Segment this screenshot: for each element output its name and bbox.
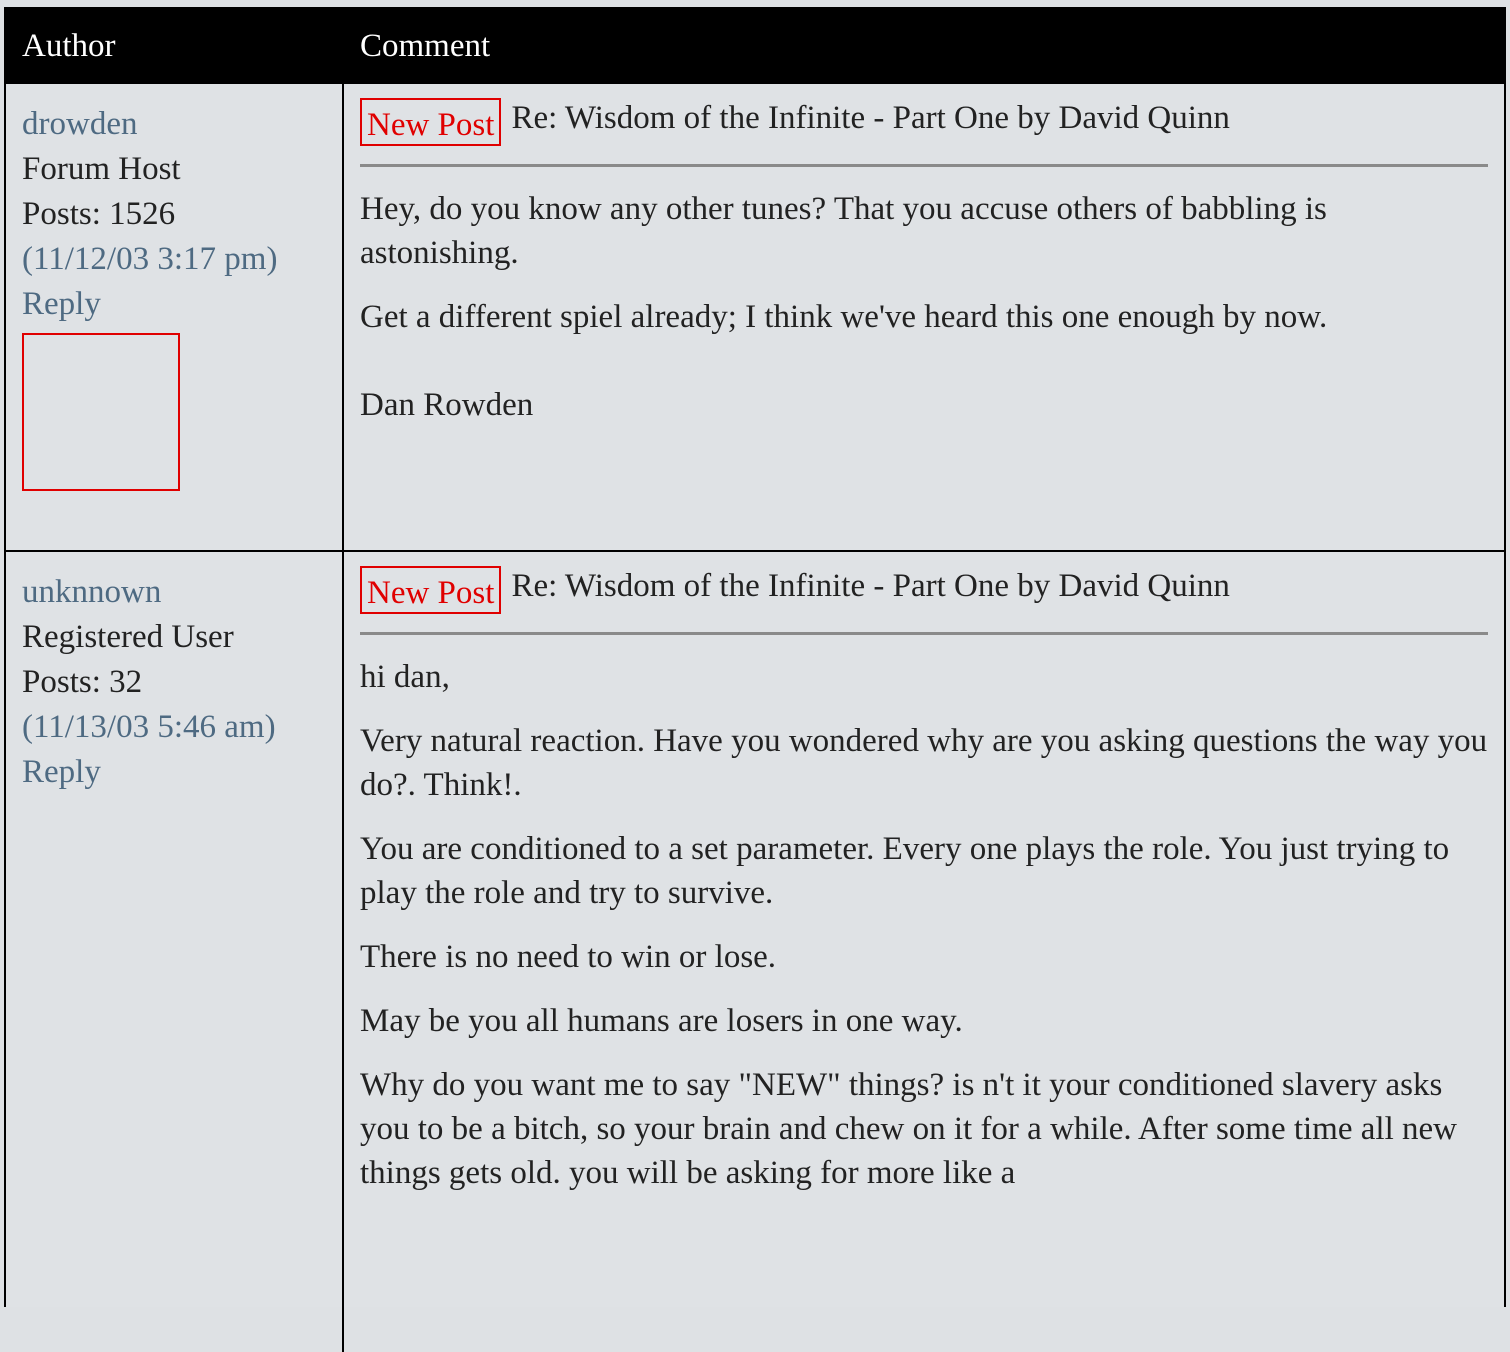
author-name-link[interactable]: drowden <box>22 102 342 147</box>
post-subject: Re: Wisdom of the Infinite - Part One by… <box>511 100 1230 136</box>
post-header: New Post Re: Wisdom of the Infinite - Pa… <box>360 98 1488 146</box>
divider <box>360 632 1488 635</box>
post-subject: Re: Wisdom of the Infinite - Part One by… <box>511 568 1230 604</box>
post-signature: Dan Rowden <box>360 387 534 423</box>
forum-thread: Author Comment drowden Forum Host Posts:… <box>4 7 1506 1352</box>
post-row: drowden Forum Host Posts: 1526 (11/12/03… <box>6 84 1504 550</box>
table-header: Author Comment <box>6 9 1504 84</box>
author-name-link[interactable]: unknnown <box>22 570 342 615</box>
post-date-link[interactable]: (11/13/03 5:46 am) <box>22 705 342 750</box>
post-paragraph: Get a different spiel already; I think w… <box>360 299 1328 335</box>
post-paragraph: Why do you want me to say "NEW" things? … <box>360 1067 1457 1191</box>
post-header: New Post Re: Wisdom of the Infinite - Pa… <box>360 566 1488 614</box>
comment-cell: New Post Re: Wisdom of the Infinite - Pa… <box>344 552 1504 1352</box>
author-role: Registered User <box>22 619 234 655</box>
post-row: unknnown Registered User Posts: 32 (11/1… <box>6 550 1504 1352</box>
post-paragraph: There is no need to win or lose. <box>360 939 777 975</box>
post-paragraph: Very natural reaction. Have you wondered… <box>360 723 1488 803</box>
comment-column-header: Comment <box>360 28 491 64</box>
divider <box>360 164 1488 167</box>
author-cell: unknnown Registered User Posts: 32 (11/1… <box>6 552 344 1352</box>
author-post-count: Posts: 1526 <box>22 196 176 232</box>
post-paragraph: hi dan, <box>360 659 450 695</box>
post-paragraph: May be you all humans are losers in one … <box>360 1003 963 1039</box>
author-column-header: Author <box>22 28 116 64</box>
avatar <box>22 333 180 491</box>
post-body: Hey, do you know any other tunes? That y… <box>360 187 1488 427</box>
new-post-badge: New Post <box>360 98 502 146</box>
new-post-badge: New Post <box>360 566 502 614</box>
post-date-link[interactable]: (11/12/03 3:17 pm) <box>22 237 342 282</box>
post-paragraph: You are conditioned to a set parameter. … <box>360 831 1450 911</box>
author-cell: drowden Forum Host Posts: 1526 (11/12/03… <box>6 84 344 550</box>
author-post-count: Posts: 32 <box>22 664 143 700</box>
reply-link[interactable]: Reply <box>22 750 342 795</box>
post-body: hi dan, Very natural reaction. Have you … <box>360 655 1488 1195</box>
post-paragraph: Hey, do you know any other tunes? That y… <box>360 191 1327 271</box>
comment-cell: New Post Re: Wisdom of the Infinite - Pa… <box>344 84 1504 550</box>
reply-link[interactable]: Reply <box>22 282 342 327</box>
author-role: Forum Host <box>22 151 181 187</box>
